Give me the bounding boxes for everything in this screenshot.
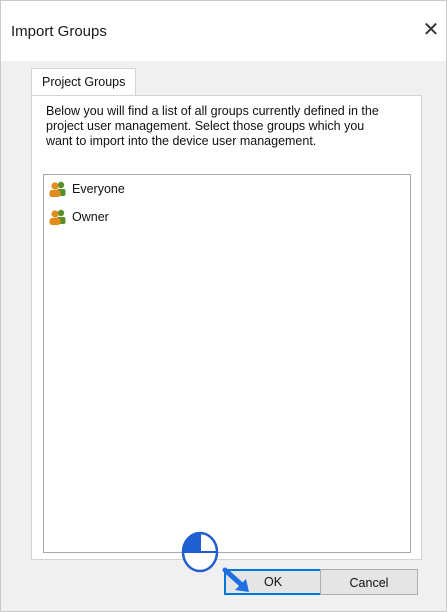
pointer-arrow-icon [222, 567, 249, 592]
close-icon[interactable]: ✕ [416, 15, 446, 45]
tab-project-groups[interactable]: Project Groups [31, 68, 137, 96]
cancel-button[interactable]: Cancel [320, 569, 418, 595]
group-icon [49, 181, 66, 197]
dialog-title: Import Groups [11, 23, 107, 40]
group-icon [49, 209, 66, 225]
group-label: Owner [72, 210, 109, 224]
tab-panel: Below you will find a list of all groups… [31, 95, 422, 560]
groups-listbox[interactable]: Everyone Owner [43, 174, 411, 553]
group-label: Everyone [72, 182, 125, 196]
import-groups-dialog: Import Groups ✕ Project Groups Below you… [0, 0, 447, 612]
mouse-icon [181, 531, 219, 573]
description-text: Below you will find a list of all groups… [46, 104, 379, 148]
title-bar: Import Groups ✕ [1, 1, 446, 61]
